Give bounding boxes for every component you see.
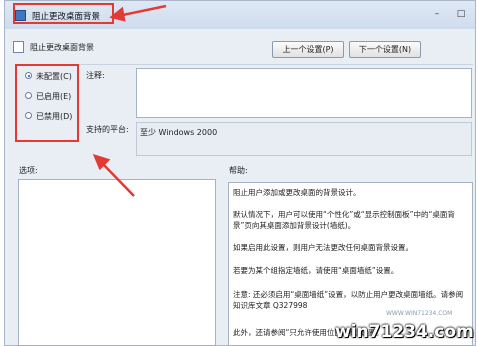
title-arrow-head (109, 6, 126, 22)
title-arrow-line (117, 4, 167, 18)
radio-arrow-line (100, 161, 135, 197)
annotation-arrows (92, 4, 167, 197)
watermark-text: win71234.com (335, 322, 474, 342)
watermark-url: WWW.WIN71234.COM (386, 310, 453, 317)
